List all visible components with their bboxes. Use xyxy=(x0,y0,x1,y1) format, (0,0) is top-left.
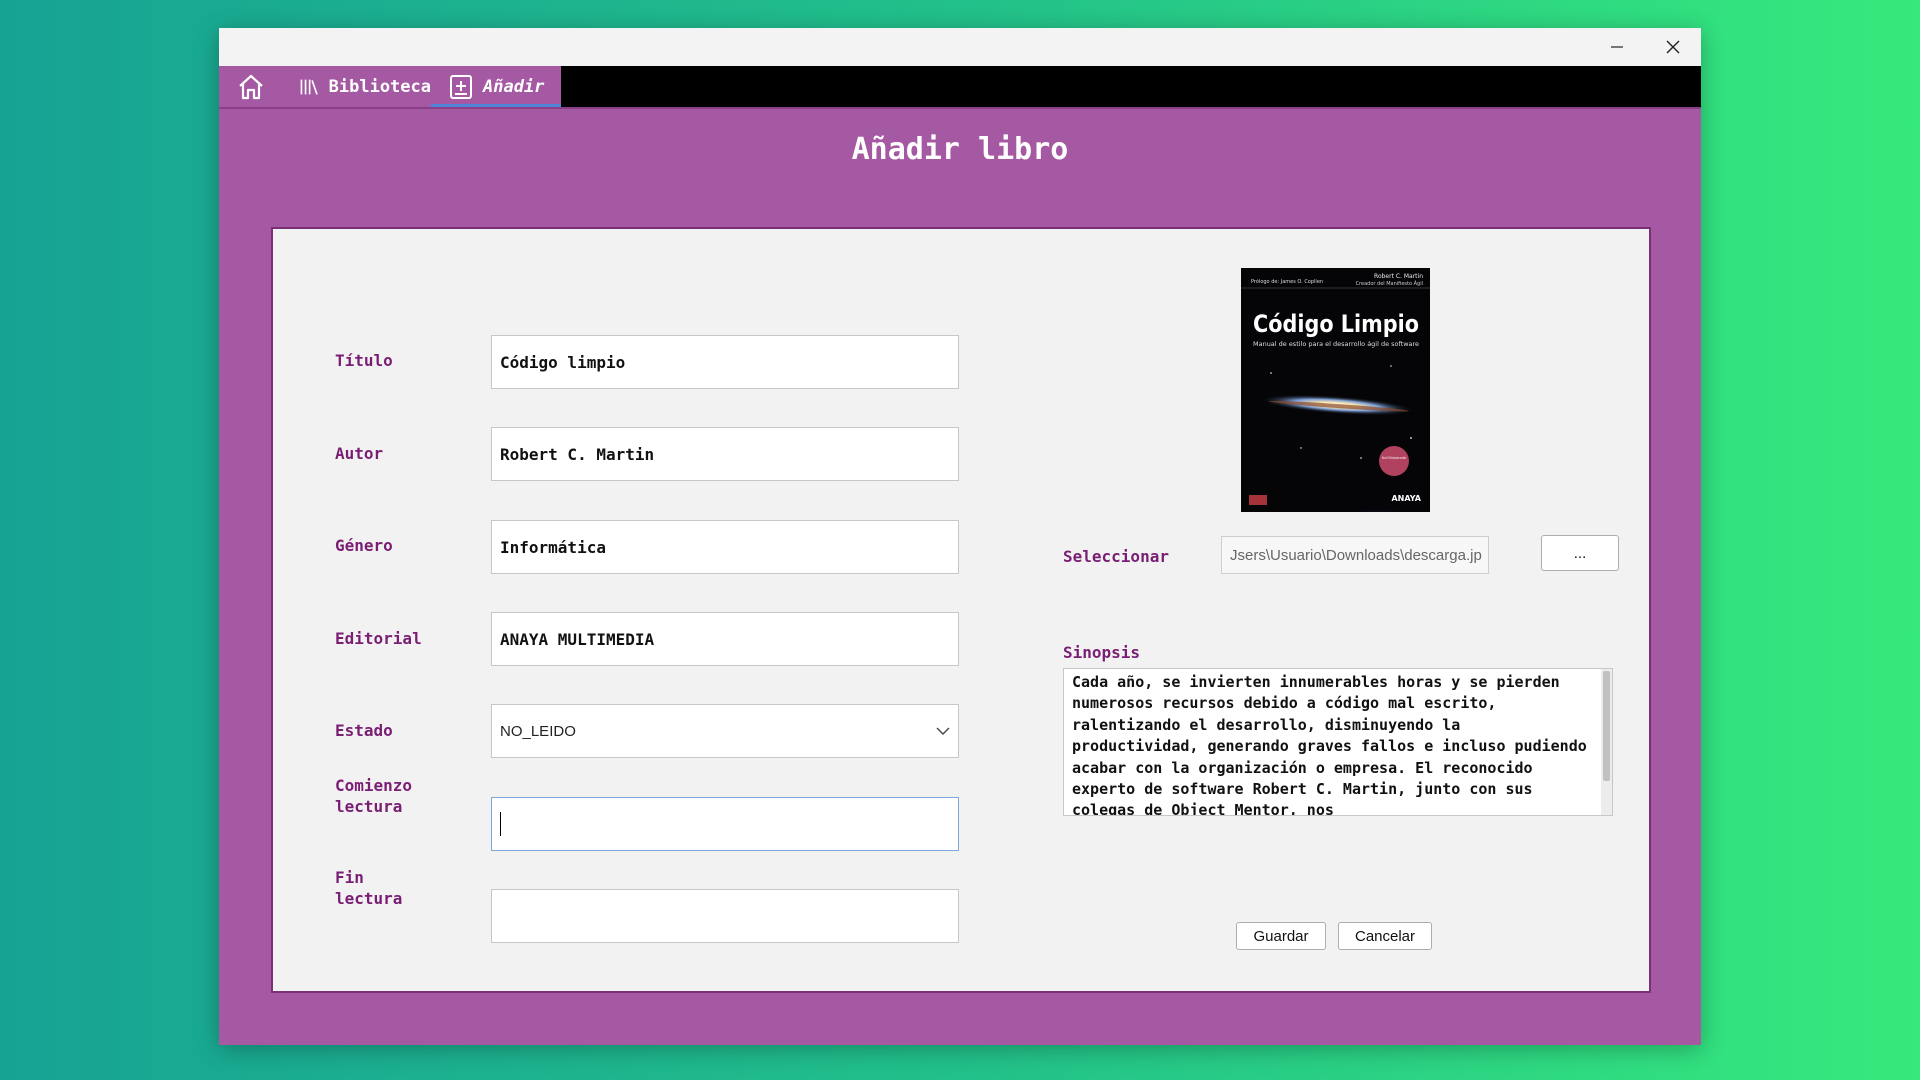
estado-select[interactable]: NO_LEIDO xyxy=(491,704,959,758)
menu-bar: Biblioteca Añadir xyxy=(219,66,1701,107)
fin-label-line1: Fin xyxy=(335,868,364,887)
title-bar xyxy=(219,28,1701,66)
cover-subtitle: Manual de estilo para el desarrollo ágil… xyxy=(1253,340,1419,348)
genero-input[interactable]: Informática xyxy=(491,520,959,574)
cover-top-left: Prólogo de: James O. Coplien xyxy=(1251,278,1323,285)
cover-publisher: ANAYA xyxy=(1391,494,1421,503)
fin-label-line2: lectura xyxy=(335,889,403,908)
text-caret xyxy=(500,812,501,836)
minimize-icon xyxy=(1611,46,1623,48)
nav-anadir[interactable]: Añadir xyxy=(431,66,561,107)
page-title: Añadir libro xyxy=(851,132,1069,167)
cover-creator: Creador del Manifiesto Ágil xyxy=(1356,280,1423,287)
browse-button[interactable]: ... xyxy=(1541,535,1619,571)
image-path-input[interactable]: Jsers\Usuario\Downloads\descarga.jp xyxy=(1221,536,1489,574)
book-cover-image: Prólogo de: James O. Coplien Robert C. M… xyxy=(1241,268,1430,512)
save-button[interactable]: Guardar xyxy=(1236,922,1326,950)
comienzo-label-line2: lectura xyxy=(335,797,403,816)
book-cover-art: Prólogo de: James O. Coplien Robert C. M… xyxy=(1241,268,1430,512)
nav-anadir-label: Añadir xyxy=(483,76,545,97)
estado-label: Estado xyxy=(335,721,393,740)
chevron-down-icon xyxy=(936,727,950,735)
cover-author: Robert C. Martin xyxy=(1374,273,1423,280)
close-icon xyxy=(1666,40,1680,54)
cover-badge: Más de 70 000 ejemplares vendidos xyxy=(1382,456,1406,460)
autor-label: Autor xyxy=(335,444,384,463)
sinopsis-label: Sinopsis xyxy=(1063,643,1141,662)
add-box-icon xyxy=(450,74,472,99)
comienzo-lectura-input[interactable] xyxy=(491,797,959,851)
estado-value: NO_LEIDO xyxy=(500,722,576,740)
titulo-input[interactable]: Código limpio xyxy=(491,335,959,389)
fin-label: Fin lectura xyxy=(335,867,402,909)
fin-lectura-input[interactable] xyxy=(491,889,959,943)
seleccionar-label: Seleccionar xyxy=(1063,547,1169,566)
autor-input[interactable]: Robert C. Martin xyxy=(491,427,959,481)
app-window: Biblioteca Añadir Añadir libro Título Có… xyxy=(219,28,1701,1045)
comienzo-label-line1: Comienzo xyxy=(335,776,413,795)
nav-biblioteca-label: Biblioteca xyxy=(328,76,431,97)
cover-title: Código Limpio xyxy=(1253,310,1419,338)
sinopsis-scroll-thumb[interactable] xyxy=(1603,671,1610,781)
titulo-label: Título xyxy=(335,351,393,370)
close-button[interactable] xyxy=(1645,28,1701,66)
cancel-button[interactable]: Cancelar xyxy=(1338,922,1432,950)
genero-label: Género xyxy=(335,536,393,555)
minimize-button[interactable] xyxy=(1589,28,1645,66)
nav-home[interactable] xyxy=(219,66,283,107)
sinopsis-textarea[interactable]: Cada año, se invierten innumerables hora… xyxy=(1063,668,1613,816)
form-panel: Título Código limpio Autor Robert C. Mar… xyxy=(271,227,1651,993)
books-icon xyxy=(300,79,318,95)
nav-biblioteca[interactable]: Biblioteca xyxy=(283,66,431,107)
menu-divider xyxy=(219,107,1701,109)
home-icon xyxy=(239,74,263,99)
comienzo-label: Comienzo lectura xyxy=(335,775,412,817)
editorial-input[interactable]: ANAYA MULTIMEDIA xyxy=(491,612,959,666)
editorial-label: Editorial xyxy=(335,629,422,648)
